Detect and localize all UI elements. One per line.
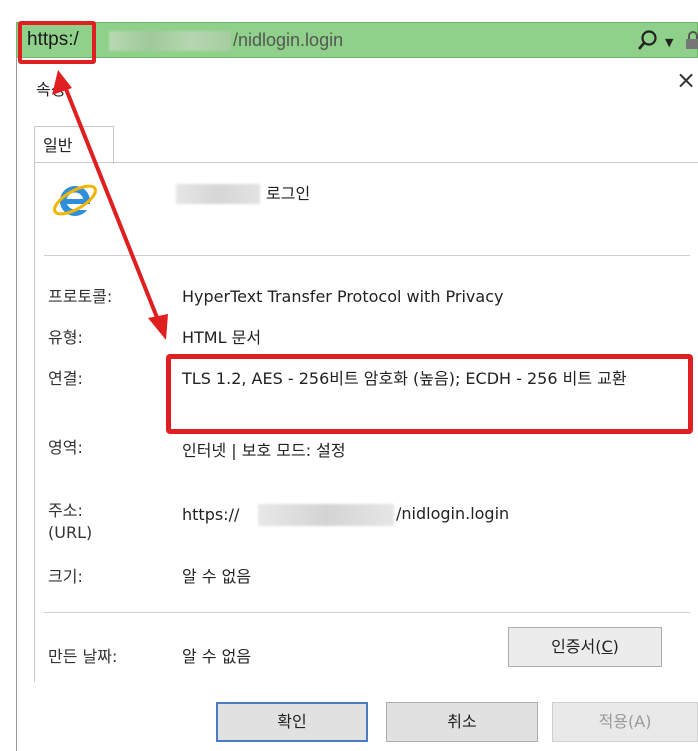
search-icon[interactable] xyxy=(637,29,659,51)
certificate-accesskey: C xyxy=(601,637,613,656)
lock-icon[interactable] xyxy=(685,30,698,50)
zone-label: 영역: xyxy=(48,438,83,457)
divider xyxy=(44,612,690,613)
certificate-label-end: ) xyxy=(612,637,619,656)
url-host-blurred xyxy=(109,31,231,51)
ok-button[interactable]: 확인 xyxy=(216,702,368,742)
tab-general-label: 일반 xyxy=(43,136,73,155)
internet-explorer-icon xyxy=(50,175,100,225)
connection-label: 연결: xyxy=(48,369,83,388)
url-path: /nidlogin.login xyxy=(233,30,344,50)
size-label: 크기: xyxy=(48,567,83,586)
address-host-blurred xyxy=(258,504,394,526)
page-name: 로그인 xyxy=(266,184,311,203)
tab-general[interactable]: 일반 xyxy=(34,126,114,164)
address-label: 주소: xyxy=(48,501,83,520)
dialog-title: 속성 xyxy=(36,80,66,99)
divider xyxy=(44,255,690,256)
size-value: 알 수 없음 xyxy=(182,567,252,586)
connection-highlight-box xyxy=(166,354,693,434)
protocol-label: 프로토콜: xyxy=(48,287,113,306)
dialog-border xyxy=(16,58,17,751)
address-value-prefix: https:// xyxy=(182,505,240,524)
created-value: 알 수 없음 xyxy=(182,647,252,666)
address-bar[interactable]: https:/ /nidlogin.login ▼ xyxy=(16,22,698,58)
certificate-label: 인증서( xyxy=(551,637,602,656)
created-label: 만든 날짜: xyxy=(48,647,118,666)
chevron-down-icon[interactable]: ▼ xyxy=(665,36,673,49)
address-label-url: (URL) xyxy=(48,523,93,542)
type-label: 유형: xyxy=(48,328,83,347)
https-highlight-box xyxy=(18,21,96,64)
address-value-suffix: /nidlogin.login xyxy=(396,504,510,523)
type-value: HTML 문서 xyxy=(182,328,262,347)
close-icon[interactable]: × xyxy=(676,68,696,92)
page-name-blurred xyxy=(176,184,260,204)
protocol-value: HyperText Transfer Protocol with Privacy xyxy=(182,287,504,306)
cancel-button[interactable]: 취소 xyxy=(386,702,538,742)
certificate-button[interactable]: 인증서(C) xyxy=(508,627,662,667)
zone-value: 인터넷 | 보호 모드: 설정 xyxy=(182,441,346,460)
apply-button[interactable]: 적용(A) xyxy=(552,702,698,742)
